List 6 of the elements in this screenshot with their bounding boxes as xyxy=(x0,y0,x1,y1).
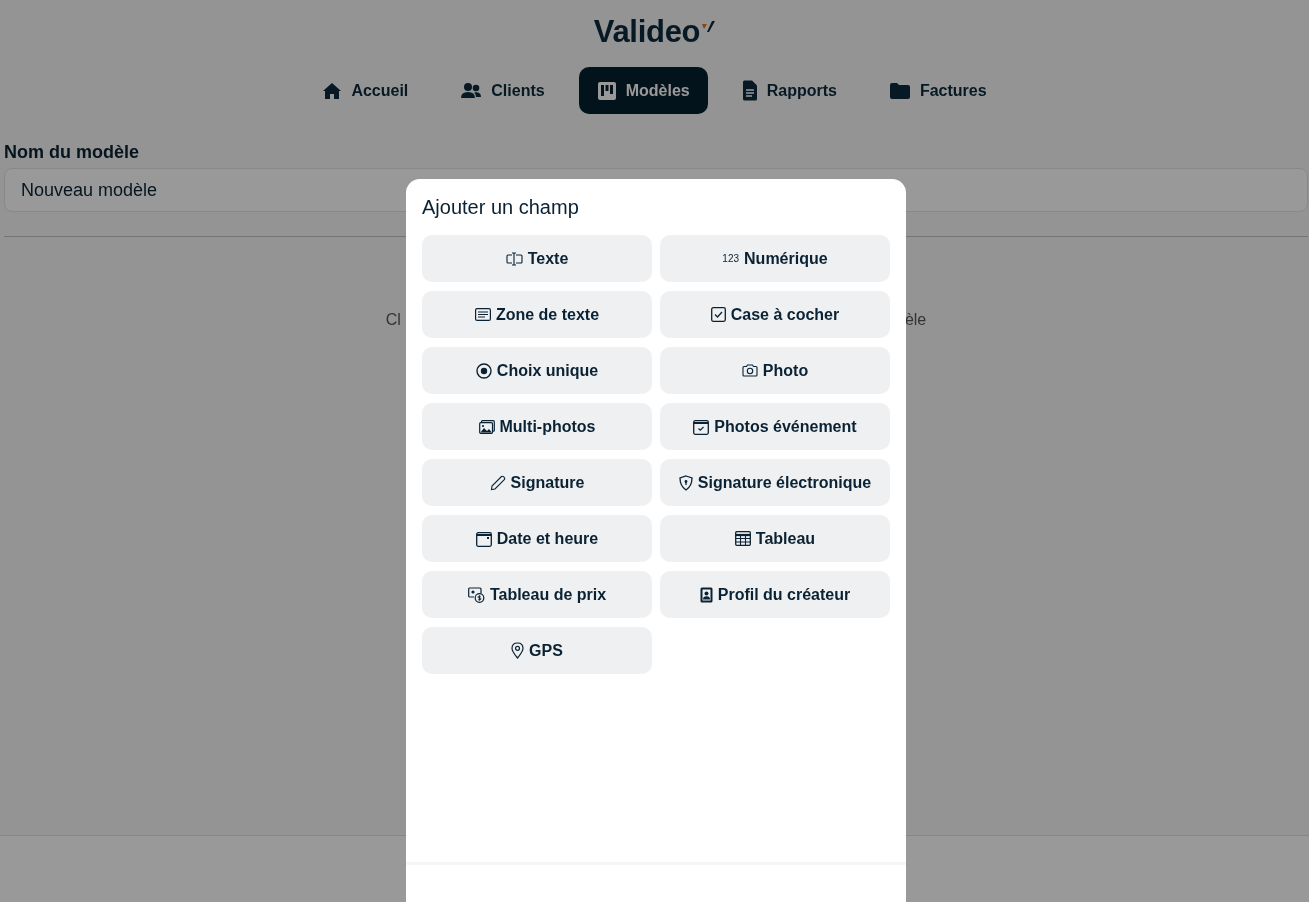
hint-text: èle xyxy=(904,311,927,329)
logo-text: Valideo xyxy=(593,14,701,50)
number-icon: 123 xyxy=(722,253,740,264)
dialog-title: Ajouter un champ xyxy=(422,195,580,219)
field-label: Nom du modèle xyxy=(4,142,140,162)
hint-text: Cl xyxy=(385,311,401,329)
